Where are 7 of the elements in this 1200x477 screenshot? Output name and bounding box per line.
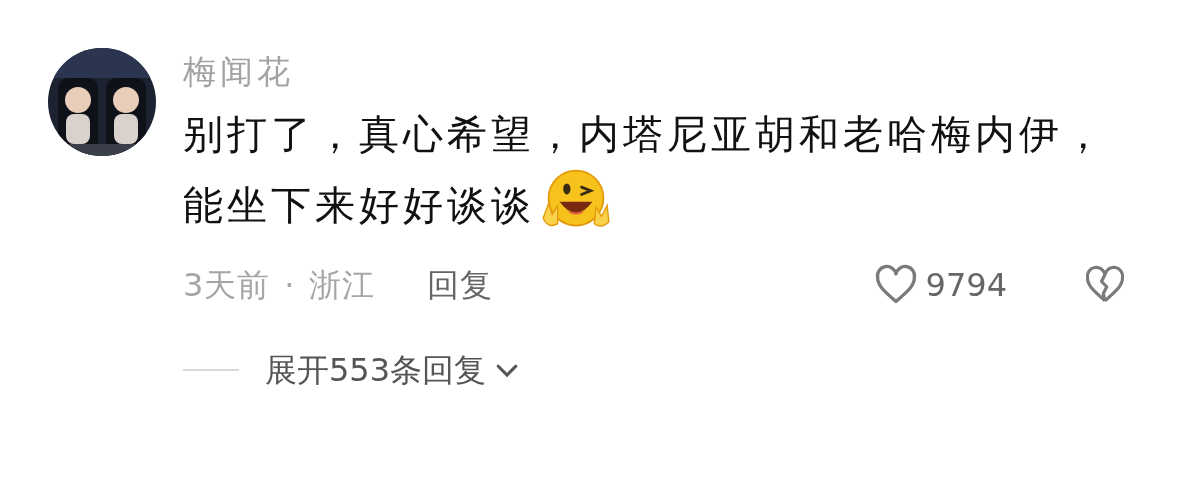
location: 浙江 (308, 265, 375, 306)
comment-text: 别打了，真心希望，内塔尼亚胡和老哈梅内伊，能坐下来好好谈谈 (183, 102, 1143, 238)
timestamp: 3天前 (183, 265, 271, 306)
like-count: 9794 (925, 265, 1007, 306)
reply-button[interactable]: 回复 (426, 261, 493, 309)
separator: · (284, 265, 295, 306)
expand-replies-button[interactable]: 展开553条回复 (265, 346, 523, 394)
